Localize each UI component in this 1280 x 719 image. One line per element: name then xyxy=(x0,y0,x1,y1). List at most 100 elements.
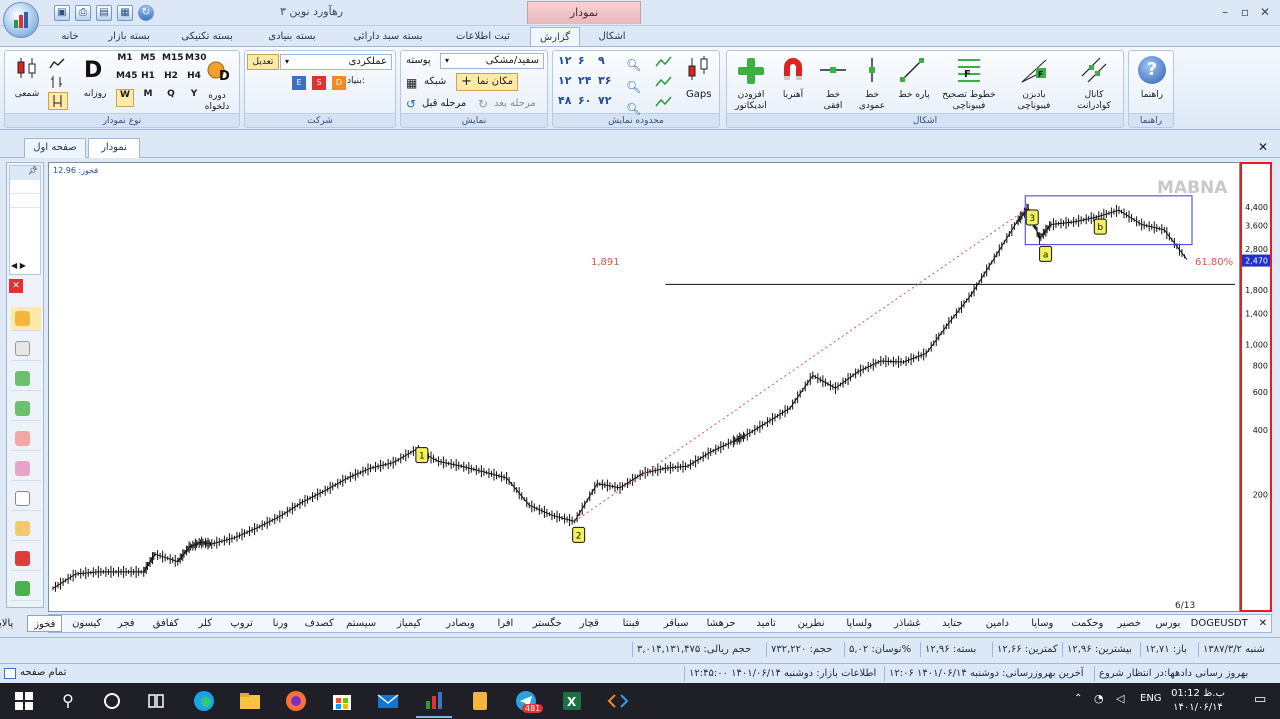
zoom-reset-icon[interactable]: 🔍︎ xyxy=(626,98,641,120)
symbol-tab[interactable]: کیسون xyxy=(66,615,107,632)
tool-home-icon[interactable] xyxy=(11,517,41,541)
s-badge-icon[interactable]: S xyxy=(312,76,326,90)
symbol-tab[interactable]: حرهشا xyxy=(701,615,742,632)
custom-period-button[interactable]: D xyxy=(206,58,230,84)
save-icon[interactable]: ▣ xyxy=(54,5,70,21)
cortana-icon[interactable] xyxy=(100,689,124,713)
magnet-button[interactable] xyxy=(780,56,806,84)
symbol-tab[interactable]: فبنتا xyxy=(611,615,652,632)
tab-report[interactable]: گزارش xyxy=(530,27,580,47)
symbol-tab[interactable]: وبصادر xyxy=(437,615,484,632)
adjust-button[interactable]: تعدیل xyxy=(247,54,279,70)
notes-app-icon[interactable] xyxy=(468,689,492,713)
symbol-combo[interactable]: ▾ عملکردی xyxy=(280,54,392,70)
range-72[interactable]: ۷۲ xyxy=(598,94,618,110)
doc-tab-first-page[interactable]: صفحه اول xyxy=(24,138,86,158)
tab-fundamental[interactable]: بسته بنیادی xyxy=(254,27,330,47)
close-window-button[interactable]: ✕ xyxy=(1256,4,1274,20)
tab-market[interactable]: بسته بازار xyxy=(98,27,160,47)
windows-start-icon[interactable] xyxy=(12,689,36,713)
symbol-tab[interactable]: تروپ xyxy=(224,615,259,632)
mail-icon[interactable] xyxy=(376,689,400,713)
range-6m[interactable]: ۶ xyxy=(578,54,598,70)
fullscreen-icon[interactable] xyxy=(4,668,16,679)
fib-fan-button[interactable]: F xyxy=(1020,56,1048,84)
code-editor-icon[interactable] xyxy=(606,689,630,713)
symbol-tab[interactable]: قچار xyxy=(572,615,607,632)
tool-alert-icon[interactable] xyxy=(11,457,41,481)
grid-icon[interactable]: ▦ xyxy=(406,76,417,90)
symbol-tab[interactable]: ورنا xyxy=(263,615,298,632)
tool-notes-icon[interactable] xyxy=(11,337,41,361)
bar-chart-icon[interactable] xyxy=(48,75,66,89)
tool-fundamental-icon[interactable] xyxy=(11,307,41,331)
symbol-tab[interactable]: حتاید xyxy=(932,615,973,632)
daily-period-icon[interactable]: D xyxy=(84,58,102,83)
tool-chart-icon[interactable] xyxy=(11,367,41,391)
refresh-icon[interactable]: ↻ xyxy=(138,5,154,21)
ohlc-chart-button[interactable] xyxy=(48,92,68,110)
symbol-tab[interactable]: دامین xyxy=(977,615,1018,632)
range-24[interactable]: ۲۴ xyxy=(578,74,598,90)
period-m5[interactable]: M5 xyxy=(139,53,157,71)
period-m1[interactable]: M1 xyxy=(116,53,134,71)
symbol-tab[interactable]: کیمیاز xyxy=(386,615,433,632)
range-12[interactable]: ۱۲ xyxy=(558,74,578,90)
excel-icon[interactable]: X xyxy=(560,689,584,713)
tool-export-icon[interactable] xyxy=(11,577,41,601)
period-quarterly[interactable]: Q xyxy=(162,89,180,107)
range-48[interactable]: ۴۸ xyxy=(558,94,578,110)
tab-home[interactable]: خانه xyxy=(48,27,92,47)
horizontal-line-button[interactable] xyxy=(818,60,848,80)
symbol-tab[interactable]: سیستم xyxy=(341,615,382,632)
segment-button[interactable] xyxy=(898,56,926,84)
period-monthly[interactable]: M xyxy=(139,89,157,107)
period-m45[interactable]: M45 xyxy=(116,71,137,89)
symbol-tab[interactable]: بورس xyxy=(1151,615,1186,632)
prev-step-label[interactable]: مرحله قبل xyxy=(422,98,466,109)
tab-portfolio[interactable]: بسته سبد دارائی xyxy=(340,27,436,47)
task-view-icon[interactable] xyxy=(144,689,168,713)
clock[interactable]: ب.ظ 01:12 ۱۴۰۱/۰۶/۱۴ xyxy=(1168,687,1228,715)
volume-icon[interactable]: ◁ xyxy=(1116,692,1124,705)
close-doc-icon[interactable]: ✕ xyxy=(1258,140,1268,154)
zoom-out-icon[interactable]: 🔍︎ xyxy=(626,76,641,98)
period-h1[interactable]: H1 xyxy=(139,71,157,89)
symbol-tab[interactable]: سباقر xyxy=(656,615,697,632)
tool-favorites-icon[interactable] xyxy=(11,547,41,571)
doc-tab-chart[interactable]: نمودار xyxy=(88,138,140,158)
edge-icon[interactable] xyxy=(192,689,216,713)
notification-icon[interactable]: ▭ xyxy=(1254,692,1266,707)
fib-retracement-button[interactable]: F xyxy=(956,56,982,84)
symbol-tab[interactable]: خصیر xyxy=(1112,615,1147,632)
chart-area[interactable]: 1 2 3 a b MABNA فخوز: 12.96 1,891 61.80% 6/1… xyxy=(48,162,1240,612)
panel-arrows-icon[interactable]: ◀ ▶ xyxy=(11,261,26,270)
rahavard-app-icon[interactable] xyxy=(422,689,446,713)
undo-icon[interactable]: ↺ xyxy=(406,97,416,111)
wifi-icon[interactable]: ◔ xyxy=(1094,692,1104,705)
print-icon[interactable]: ⎙ xyxy=(75,5,91,21)
file-explorer-icon[interactable] xyxy=(238,689,262,713)
symbol-tab[interactable]: وسایا xyxy=(1022,615,1063,632)
price-chart[interactable]: 1 2 3 a b MABNA فخوز: 12.96 1,891 61.80% 6/1… xyxy=(49,163,1239,611)
maximize-button[interactable]: ▫ xyxy=(1236,4,1254,20)
tab-data-entry[interactable]: ثبت اطلاعات xyxy=(446,27,520,47)
symbol-tab[interactable]: نطرین xyxy=(791,615,832,632)
export-icon[interactable]: ▦ xyxy=(117,5,133,21)
vertical-line-button[interactable] xyxy=(862,56,882,84)
help-icon[interactable]: ? xyxy=(1138,56,1166,84)
symbol-tab[interactable]: ولساپا xyxy=(836,615,883,632)
gaps-button[interactable] xyxy=(684,54,714,84)
tool-formula-icon[interactable] xyxy=(11,487,41,511)
symbol-tab[interactable]: کلر xyxy=(190,615,220,632)
theme-combo[interactable]: ▾ سفید/مشکی xyxy=(440,53,544,69)
redo-icon[interactable]: ↻ xyxy=(478,97,488,111)
tray-chevron-icon[interactable]: ⌃ xyxy=(1074,693,1082,704)
next-step-label[interactable]: مرحله بعد xyxy=(494,98,536,109)
tab-shapes[interactable]: اشکال xyxy=(588,27,636,47)
line-chart-icon[interactable] xyxy=(48,56,66,72)
range-36[interactable]: ۳۶ xyxy=(598,74,618,90)
app-menu-button[interactable] xyxy=(3,2,39,38)
firefox-icon[interactable] xyxy=(284,689,308,713)
symbol-tab[interactable]: کصدف xyxy=(302,615,337,632)
